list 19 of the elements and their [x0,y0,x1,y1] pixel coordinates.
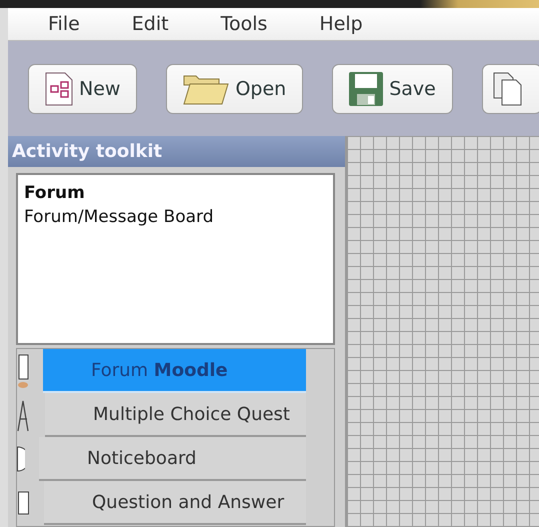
menu-item[interactable]: File [48,13,80,35]
toolbar-button[interactable]: Save [332,64,453,114]
description-text: Forum/Message Board [24,207,214,227]
forum-icon [17,354,29,388]
folder-icon [183,72,230,104]
square-icon [17,491,30,515]
menu-item[interactable]: Tools [220,13,268,35]
activity-item[interactable]: Question and Answer [44,481,306,525]
description-title: Forum [24,183,86,203]
menu-item[interactable]: Edit [132,13,169,35]
copy-icon [492,72,523,106]
menu-item[interactable]: Help [319,13,363,35]
new-document-icon [45,72,73,106]
activity-item[interactable]: Multiple Choice Quest [45,393,306,437]
toolbar-button[interactable]: New [28,64,138,114]
toolbar-button[interactable]: Open [166,64,304,114]
activity-item[interactable]: Noticeboard [39,437,306,481]
toolbar-button[interactable] [482,64,539,114]
panel-title: Activity toolkit [12,141,162,162]
